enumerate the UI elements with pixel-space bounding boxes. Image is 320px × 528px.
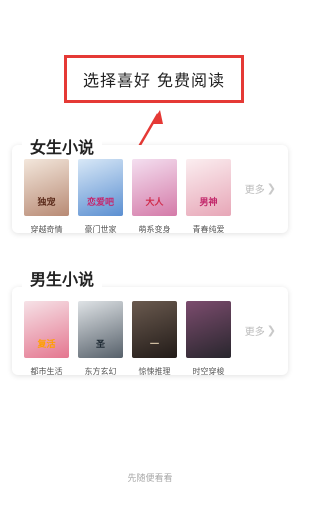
- book-genre-label: 都市生活: [30, 367, 63, 376]
- book-item[interactable]: 一 惊悚推理: [132, 301, 177, 377]
- book-cover: 恋爱吧: [78, 159, 123, 216]
- book-item[interactable]: 大人 萌系变身: [132, 159, 177, 235]
- book-genre-label: 时空穿梭: [192, 367, 225, 376]
- cover-title: 男神: [199, 198, 218, 208]
- book-cover: 男神: [186, 159, 231, 216]
- preference-page: 选择喜好 免费阅读 独宠 穿越奇情 恋爱吧 豪门世家 大人 萌系变身 男神 青春…: [0, 0, 300, 528]
- cover-title: 独宠: [37, 198, 56, 208]
- book-genre-label: 青春纯爱: [192, 225, 225, 234]
- male-novels-card: 复活 都市生活 圣 东方玄幻 一 惊悚推理 时空穿梭 更多 ❯: [12, 287, 288, 377]
- book-cover: 复活: [24, 301, 69, 358]
- cover-title: 复活: [37, 340, 56, 350]
- male-book-list: 复活 都市生活 圣 东方玄幻 一 惊悚推理 时空穿梭: [24, 301, 231, 377]
- cover-title: 恋爱吧: [86, 198, 114, 208]
- male-section-title: 男生小说: [22, 266, 103, 290]
- book-cover: [186, 301, 231, 358]
- book-cover: 一: [132, 301, 177, 358]
- instruction-callout: 选择喜好 免费阅读: [64, 55, 244, 103]
- cover-title: 大人: [145, 198, 164, 208]
- male-more-button[interactable]: 更多 ❯: [245, 323, 276, 338]
- cover-title: 一: [149, 340, 159, 350]
- more-label: 更多: [244, 327, 265, 338]
- more-label: 更多: [244, 185, 265, 196]
- female-section-title: 女生小说: [22, 134, 103, 158]
- book-item[interactable]: 复活 都市生活: [24, 301, 69, 377]
- skip-browse-link[interactable]: 先随便看看: [0, 471, 300, 484]
- female-more-button[interactable]: 更多 ❯: [245, 181, 276, 196]
- book-item[interactable]: 男神 青春纯爱: [186, 159, 231, 235]
- female-book-list: 独宠 穿越奇情 恋爱吧 豪门世家 大人 萌系变身 男神 青春纯爱: [24, 159, 231, 235]
- book-genre-label: 东方玄幻: [84, 367, 117, 376]
- book-genre-label: 穿越奇情: [30, 225, 63, 234]
- book-item[interactable]: 时空穿梭: [186, 301, 231, 377]
- book-cover: 大人: [132, 159, 177, 216]
- callout-text: 选择喜好 免费阅读: [82, 71, 226, 90]
- book-item[interactable]: 恋爱吧 豪门世家: [78, 159, 123, 235]
- book-genre-label: 萌系变身: [138, 225, 171, 234]
- book-cover: 独宠: [24, 159, 69, 216]
- book-item[interactable]: 独宠 穿越奇情: [24, 159, 69, 235]
- book-item[interactable]: 圣 东方玄幻: [78, 301, 123, 377]
- cover-title: 圣: [95, 340, 105, 350]
- chevron-right-icon: ❯: [266, 324, 276, 337]
- book-genre-label: 惊悚推理: [138, 367, 171, 376]
- female-novels-card: 独宠 穿越奇情 恋爱吧 豪门世家 大人 萌系变身 男神 青春纯爱 更多 ❯: [12, 145, 288, 235]
- book-genre-label: 豪门世家: [84, 225, 117, 234]
- book-cover: 圣: [78, 301, 123, 358]
- chevron-right-icon: ❯: [266, 182, 276, 195]
